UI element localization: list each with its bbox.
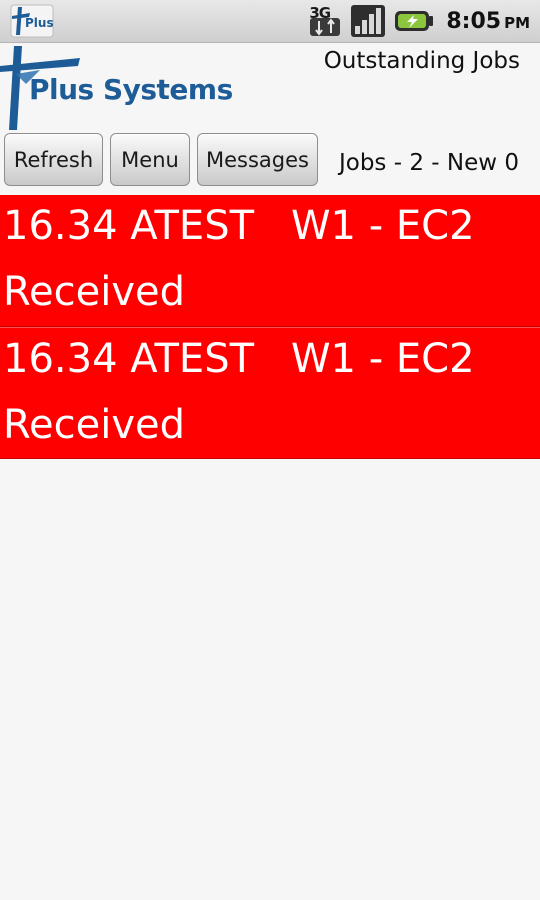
job-status: Received [3,402,185,448]
job-list: 16.34 ATEST W1 - EC2 Received 16.34 ATES… [0,195,540,459]
battery-charging-icon [395,11,434,31]
clock-ampm: PM [504,13,530,32]
messages-button[interactable]: Messages [197,133,318,186]
menu-button[interactable]: Menu [110,133,190,186]
plus-notification-icon[interactable]: Plus [10,4,54,38]
job-route: W1 - EC2 [291,203,475,249]
network-type-label: 3G [309,4,331,22]
status-time: 8:05 PM [446,9,530,34]
status-icons: 3G 8:05 PM [308,0,530,42]
logo-text: Plus Systems [29,73,233,106]
job-status: Received [3,269,185,315]
svg-text:Plus: Plus [25,16,54,30]
job-id-name: 16.34 ATEST [3,203,255,249]
job-row[interactable]: 16.34 ATEST W1 - EC2 Received [0,327,540,459]
status-bar: Plus 3G 8:05 PM [0,0,540,43]
screen-title: Outstanding Jobs [323,48,520,74]
toolbar: Refresh Menu Messages [4,133,318,188]
signal-strength-icon [351,5,386,37]
refresh-button[interactable]: Refresh [4,133,103,186]
clock-time: 8:05 [446,8,502,34]
job-route: W1 - EC2 [291,336,475,382]
job-row[interactable]: 16.34 ATEST W1 - EC2 Received [0,195,540,327]
3g-data-icon: 3G [308,4,342,38]
jobs-summary: Jobs - 2 - New 0 [338,150,519,176]
job-id-name: 16.34 ATEST [3,336,255,382]
